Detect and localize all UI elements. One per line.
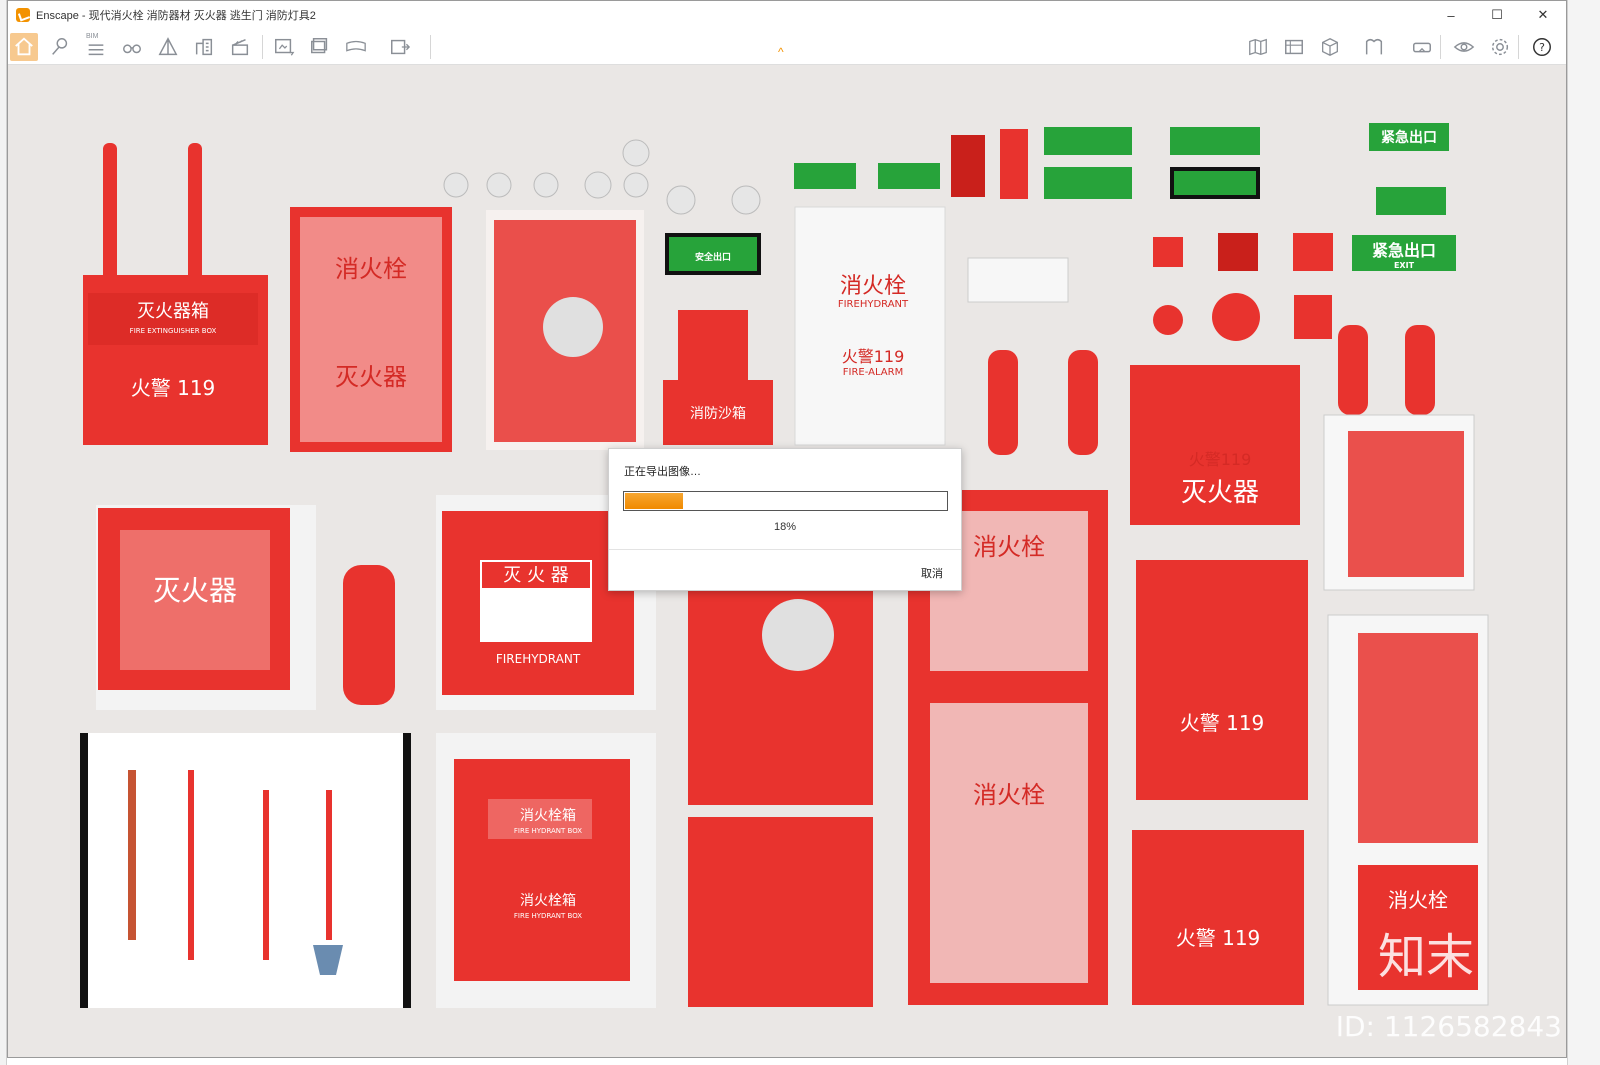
map-icon[interactable]	[1244, 33, 1272, 61]
cabinet-hydrant-label: 消火栓	[335, 255, 407, 283]
door-hydrant-cn: 消火栓	[840, 274, 906, 299]
hose-box-en-label: FIRE HYDRANT BOX	[514, 827, 582, 835]
bim-label: BIM	[86, 33, 99, 40]
toolbar-separator	[430, 35, 431, 59]
hose-box-cn-label: 消火栓箱	[520, 808, 576, 824]
smoke-detectors	[443, 139, 761, 215]
screenshot-export-icon[interactable]	[270, 33, 298, 61]
floor-box-alarm-label: 火警 119	[1180, 711, 1265, 735]
watermark-brand: 知末	[1378, 929, 1475, 985]
exit-sign-lit: 安全出口	[665, 233, 761, 275]
bim-list-icon[interactable]: BIM	[82, 33, 110, 61]
close-button[interactable]: ✕	[1520, 1, 1566, 29]
location-pin-icon[interactable]	[46, 33, 74, 61]
hose-box-small	[1323, 414, 1475, 591]
toolbar-separator	[262, 35, 263, 59]
exit-sign-safe-label: 安全出口	[695, 251, 731, 263]
window-title: Enscape - 现代消火栓 消防器材 灭火器 逃生门 消防灯具2	[36, 10, 316, 22]
fire-alarm-devices	[951, 129, 1333, 341]
cabinet-extinguisher-label: 灭火器	[335, 363, 407, 391]
hose-box-en-label-2: FIRE HYDRANT BOX	[514, 912, 582, 920]
batch-export-icon[interactable]	[306, 33, 334, 61]
progress-fill	[625, 493, 683, 509]
hose-reel-tall	[688, 590, 873, 1007]
home-icon[interactable]	[10, 33, 38, 61]
hydrant-box-with-hose: 消火栓箱 FIRE HYDRANT BOX 消火栓箱 FIRE HYDRANT …	[436, 733, 656, 1008]
watermark-id: ID: 1126582843	[1335, 1010, 1562, 1043]
cancel-button[interactable]: 取消	[921, 565, 943, 581]
extinguisher-stand: 火警119 灭火器	[1130, 365, 1300, 525]
enscape-logo-icon	[16, 8, 30, 22]
binoculars-icon[interactable]	[118, 33, 146, 61]
door-hydrant-en: FIREHYDRANT	[838, 299, 909, 310]
fire-tools-rack	[80, 733, 411, 1008]
dialog-title: 正在导出图像…	[624, 466, 701, 478]
exe-export-icon[interactable]	[386, 33, 414, 61]
double-hydrant-label-bottom: 消火栓	[973, 781, 1045, 809]
panorama-360-icon[interactable]	[342, 33, 370, 61]
hydrant-cabinet-glass: 消火栓 灭火器	[290, 207, 452, 452]
vr-headset-icon[interactable]	[1408, 33, 1436, 61]
toolbar-separator	[1440, 35, 1441, 59]
stand-extinguisher-label: 灭火器	[1181, 478, 1259, 508]
square-cabinet-label: 灭火器	[153, 574, 237, 607]
enscape-window: Enscape - 现代消火栓 消防器材 灭火器 逃生门 消防灯具2 – ☐ ✕…	[7, 0, 1567, 1058]
asset-library-icon[interactable]	[1280, 33, 1308, 61]
door-alarm-cn: 火警119	[842, 347, 905, 366]
cube-view-icon[interactable]	[1316, 33, 1344, 61]
ext-box-en-label: FIRE EXTINGUISHER BOX	[130, 327, 217, 335]
eye-visual-settings-icon[interactable]	[1450, 33, 1478, 61]
toolbar-separator	[1518, 35, 1519, 59]
gear-icon[interactable]	[1486, 33, 1514, 61]
toolbar: BIM ?	[8, 29, 1566, 65]
ext-box-cn-label: 灭火器箱	[137, 301, 209, 322]
materials-icon[interactable]	[1360, 33, 1388, 61]
tall-cabinet-label: 消火栓	[1388, 888, 1448, 912]
maximize-button[interactable]: ☐	[1474, 1, 1520, 29]
window-controls: – ☐ ✕	[1428, 1, 1566, 29]
stand-alarm-label: 火警119	[1189, 450, 1252, 469]
exit-en-label: EXIT	[1394, 261, 1415, 270]
right-window-edge	[1567, 0, 1600, 1065]
fire-sand-box: 消防沙箱	[663, 310, 773, 445]
extinguisher-box: 灭火器箱 FIRE EXTINGUISHER BOX 火警 119	[83, 143, 268, 445]
extinguisher-cabinet-square: 灭火器	[96, 505, 316, 710]
door-alarm-en: FIRE-ALARM	[843, 367, 903, 378]
single-extinguisher	[343, 565, 395, 705]
hose-box-cn-label-2: 消火栓箱	[520, 893, 576, 909]
progress-percent: 18%	[773, 521, 797, 533]
render-viewport: 灭火器箱 FIRE EXTINGUISHER BOX 火警 119 消火栓 灭火…	[8, 65, 1566, 1057]
svg-text:?: ?	[1539, 41, 1545, 54]
perspective-icon[interactable]	[154, 33, 182, 61]
toolbar-collapse-caret-icon[interactable]: ^	[778, 45, 784, 59]
left-window-edge	[0, 0, 7, 1065]
emergency-exit-label: 紧急出口	[1381, 129, 1437, 146]
buildings-icon[interactable]	[190, 33, 218, 61]
export-progress-dialog: 正在导出图像… 18% 取消	[608, 448, 962, 591]
low-box-alarm-label: 火警 119	[1176, 926, 1261, 950]
dialog-divider	[609, 549, 961, 550]
ext-box-alarm-label: 火警 119	[131, 376, 216, 400]
sand-box-label: 消防沙箱	[690, 406, 746, 422]
minimize-button[interactable]: –	[1428, 1, 1474, 29]
title-bar: Enscape - 现代消火栓 消防器材 灭火器 逃生门 消防灯具2 – ☐ ✕	[8, 1, 1566, 29]
floor-extinguisher-box: 火警 119 火警 119	[1132, 560, 1308, 1005]
emergency-exit-label-large: 紧急出口	[1372, 241, 1436, 260]
help-icon[interactable]: ?	[1528, 33, 1556, 61]
hose-reel-cabinet	[486, 210, 644, 450]
sign-extinguisher-label: 灭 火 器	[503, 565, 568, 586]
sign-firehydrant-label: FIREHYDRANT	[496, 652, 581, 666]
clapper-icon[interactable]	[226, 33, 254, 61]
double-hydrant-label-top: 消火栓	[973, 533, 1045, 561]
export-progress-bar	[623, 491, 948, 511]
white-hydrant-door: 消火栓 FIREHYDRANT 火警119 FIRE-ALARM	[794, 206, 946, 446]
